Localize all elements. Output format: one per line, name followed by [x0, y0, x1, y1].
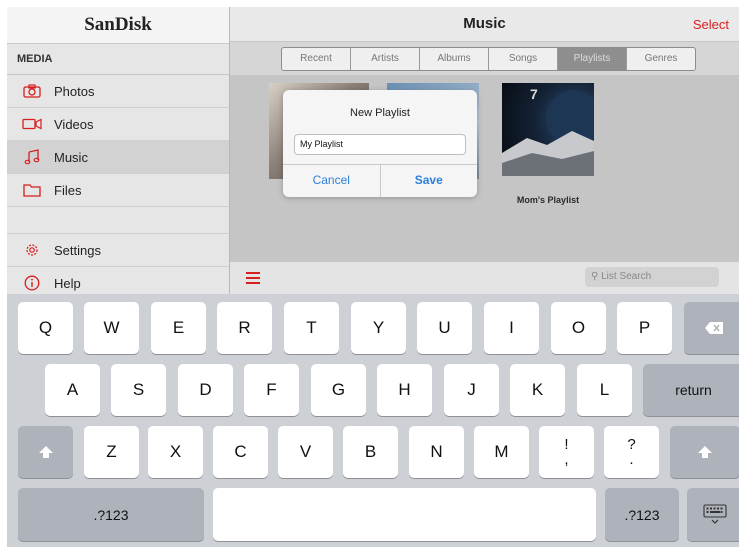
bottom-bar: ⚲ List Search: [230, 261, 739, 294]
select-button[interactable]: Select: [693, 17, 729, 32]
key-p[interactable]: P: [617, 302, 672, 354]
shift-key-left[interactable]: [18, 426, 73, 478]
key-period-label: .: [629, 451, 634, 468]
key-y[interactable]: Y: [351, 302, 406, 354]
playlist-label: Mom's Playlist: [516, 195, 580, 205]
tab-albums[interactable]: Albums: [420, 48, 489, 70]
sidebar: SanDisk MEDIA Photos Videos Music Files: [7, 7, 230, 294]
shift-key-right[interactable]: [670, 426, 739, 478]
onscreen-keyboard: Q W E R T Y U I O P A S D F G H J K L re…: [7, 294, 739, 547]
camera-icon: [22, 84, 42, 98]
key-c[interactable]: C: [213, 426, 268, 478]
key-m[interactable]: M: [474, 426, 529, 478]
key-v[interactable]: V: [278, 426, 333, 478]
key-d[interactable]: D: [178, 364, 233, 416]
key-f[interactable]: F: [244, 364, 299, 416]
gear-icon: [22, 242, 42, 258]
ipad-screen: SanDisk MEDIA Photos Videos Music Files: [7, 7, 739, 547]
key-n[interactable]: N: [409, 426, 464, 478]
key-j[interactable]: J: [444, 364, 499, 416]
tab-recent[interactable]: Recent: [282, 48, 351, 70]
key-g[interactable]: G: [311, 364, 366, 416]
top-bar: Music Select: [230, 7, 739, 42]
numbers-key-right[interactable]: .?123: [605, 488, 679, 541]
svg-text:7: 7: [530, 86, 538, 102]
tab-songs[interactable]: Songs: [489, 48, 558, 70]
sidebar-item-music[interactable]: Music: [7, 141, 229, 174]
menu-icon[interactable]: [246, 272, 260, 287]
info-icon: [22, 275, 42, 291]
search-icon: ⚲: [591, 271, 599, 282]
key-x[interactable]: X: [148, 426, 203, 478]
backspace-icon: [705, 322, 723, 334]
sidebar-item-videos[interactable]: Videos: [7, 108, 229, 141]
key-k[interactable]: K: [510, 364, 565, 416]
delete-key[interactable]: [684, 302, 739, 354]
dialog-title: New Playlist: [350, 107, 410, 119]
key-comma-label: ,: [564, 451, 569, 468]
key-t[interactable]: T: [284, 302, 339, 354]
tab-artists[interactable]: Artists: [351, 48, 420, 70]
key-q[interactable]: Q: [18, 302, 73, 354]
key-h[interactable]: H: [377, 364, 432, 416]
key-o[interactable]: O: [551, 302, 606, 354]
key-i[interactable]: I: [484, 302, 539, 354]
music-note-icon: [22, 149, 42, 165]
shift-icon: [698, 446, 712, 458]
tab-genres[interactable]: Genres: [627, 48, 695, 70]
space-bar[interactable]: [213, 488, 596, 541]
playlist-cover[interactable]: 7: [502, 83, 602, 176]
key-b[interactable]: B: [343, 426, 398, 478]
sandisk-logo: SanDisk: [7, 7, 229, 44]
sidebar-item-label: Photos: [54, 83, 95, 99]
sidebar-item-photos[interactable]: Photos: [7, 75, 229, 108]
new-playlist-dialog: New Playlist My Playlist Cancel Save: [283, 90, 477, 197]
key-s[interactable]: S: [111, 364, 166, 416]
category-tabs: Recent Artists Albums Songs Playlists Ge…: [281, 47, 696, 71]
sidebar-item-label: Files: [54, 182, 82, 198]
numbers-key-left[interactable]: .?123: [18, 488, 204, 541]
sidebar-item-label: Videos: [54, 116, 94, 132]
dialog-buttons: Cancel Save: [283, 164, 477, 197]
playlist-name-input[interactable]: My Playlist: [294, 134, 466, 155]
list-search-input[interactable]: ⚲ List Search: [585, 267, 719, 287]
keyboard-hide-icon: [702, 503, 727, 524]
sidebar-item-label: Settings: [54, 242, 101, 258]
key-question-period[interactable]: ? .: [604, 426, 659, 478]
key-e[interactable]: E: [151, 302, 206, 354]
folder-icon: [22, 183, 42, 197]
save-button[interactable]: Save: [379, 165, 478, 197]
key-w[interactable]: W: [84, 302, 139, 354]
sidebar-section-media: MEDIA: [7, 44, 229, 75]
tab-playlists[interactable]: Playlists: [558, 48, 627, 70]
key-u[interactable]: U: [417, 302, 472, 354]
video-icon: [22, 118, 42, 130]
cancel-button[interactable]: Cancel: [283, 165, 380, 197]
shift-icon: [38, 446, 53, 458]
sidebar-item-label: Music: [54, 149, 88, 165]
sidebar-item-files[interactable]: Files: [7, 174, 229, 207]
sidebar-item-settings[interactable]: Settings: [7, 234, 229, 267]
return-key[interactable]: return: [643, 364, 739, 416]
sidebar-item-label: Help: [54, 275, 81, 291]
key-question-label: ?: [627, 436, 636, 453]
key-exclamation-comma[interactable]: ! ,: [539, 426, 594, 478]
key-exclamation-label: !: [564, 436, 569, 453]
key-z[interactable]: Z: [84, 426, 139, 478]
key-l[interactable]: L: [577, 364, 632, 416]
list-search-placeholder: List Search: [601, 271, 652, 282]
album-art-graphic: 7: [502, 86, 602, 176]
key-r[interactable]: R: [217, 302, 272, 354]
key-a[interactable]: A: [45, 364, 100, 416]
page-title: Music: [463, 15, 506, 32]
dismiss-keyboard-key[interactable]: [687, 488, 739, 541]
sidebar-spacer: [7, 207, 229, 234]
